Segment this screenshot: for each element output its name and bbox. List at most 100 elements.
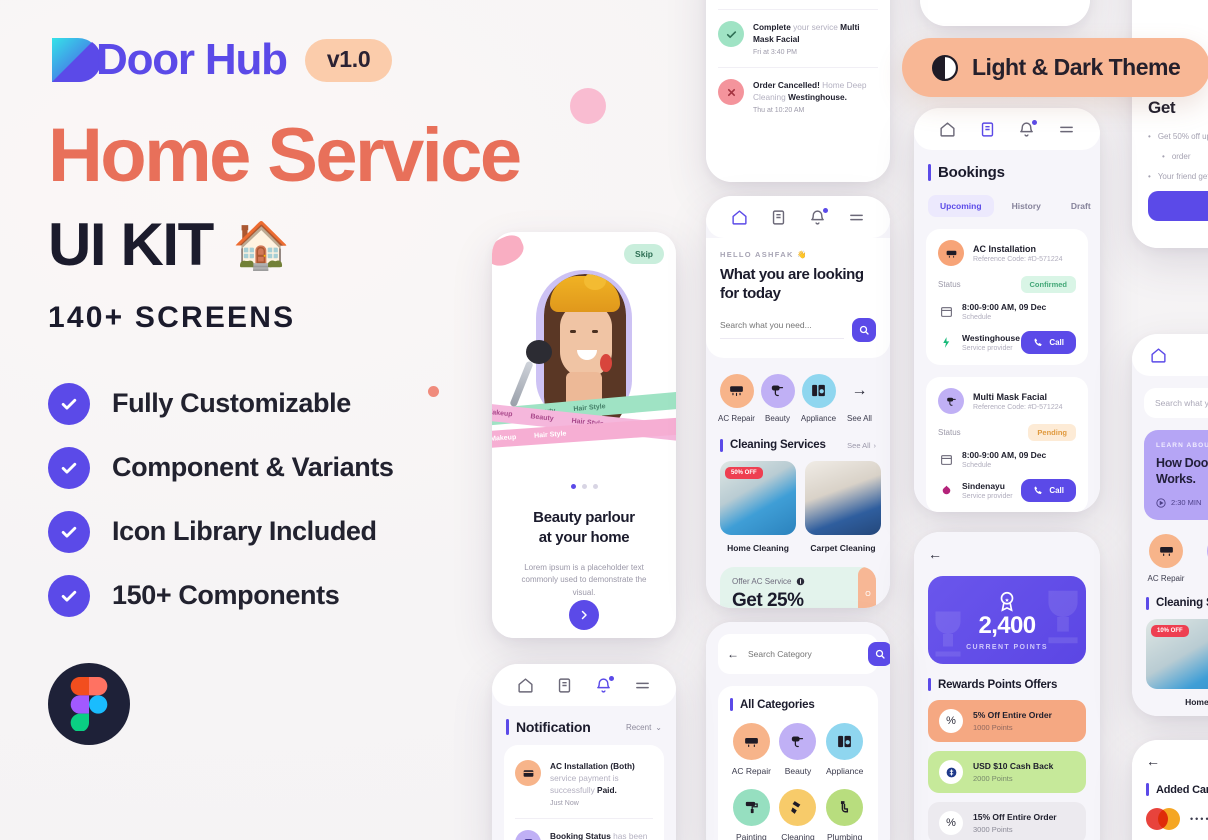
phone-onboarding: Skip Makeup [492, 232, 676, 638]
category-beauty[interactable]: Beauty [758, 373, 798, 423]
ribbon-label: Makeup [492, 408, 513, 419]
onboarding-hero-image: Makeup Beauty Hair Style Makeup Beauty H… [492, 232, 676, 472]
carousel-dot[interactable] [570, 484, 576, 489]
category-appliance[interactable]: Appliance [799, 373, 839, 423]
booking-card[interactable]: AC Installation Reference Code: #D-57122… [926, 229, 1088, 365]
tab-history[interactable]: History [1000, 195, 1053, 217]
list-item[interactable]: AC Installation (Both) service payment i… [515, 749, 653, 820]
phone-notifications-top: Hair Style Professoinal Coming today 2:0… [706, 0, 890, 182]
feature-item: 150+ Components [48, 574, 518, 617]
notifications-icon[interactable] [1018, 119, 1038, 138]
feature-label: Icon Library Included [112, 516, 377, 547]
bookings-icon[interactable] [770, 209, 787, 226]
offer-banner[interactable]: Offer AC Service Get 25% O [720, 566, 876, 608]
search-input[interactable] [720, 320, 844, 339]
home-icon[interactable] [939, 121, 956, 138]
category-label: Painting [735, 832, 767, 840]
search-button[interactable] [868, 642, 890, 666]
carousel-dot[interactable] [592, 484, 598, 489]
notification-header: Notification Recent ⌄ [492, 706, 676, 735]
home-icon[interactable] [1150, 347, 1167, 364]
top-navigation [706, 196, 890, 238]
list-item[interactable]: Booking Status has been changed 3:00-4:0… [515, 819, 653, 840]
search-input[interactable]: Search what you n [1144, 388, 1208, 418]
ac-repair-icon [732, 723, 770, 760]
category-see-all[interactable]: → See All [840, 374, 880, 423]
home-icon[interactable] [731, 209, 748, 226]
card-row[interactable]: •••••••• [1132, 796, 1208, 830]
back-button[interactable]: ← [1132, 740, 1208, 769]
carousel-dots[interactable] [492, 484, 676, 489]
status-label: Status [938, 428, 961, 437]
refer-bullet-text: order [1171, 151, 1191, 161]
card-masked-number: •••••••• [1190, 814, 1208, 824]
appliance-icon [826, 723, 864, 760]
search-icon [859, 325, 869, 335]
calendar-icon [938, 304, 954, 320]
menu-icon[interactable] [848, 209, 865, 226]
category-shortcuts: AC Repair Beaut [1132, 520, 1208, 583]
refer-bullets: Get 50% off upt order Your friend gets [1132, 119, 1208, 183]
reward-offer[interactable]: USD $10 Cash Back 2000 Points [928, 751, 1086, 793]
model-eye [570, 330, 576, 333]
list-item[interactable]: Complete your service Multi Mask Facial … [718, 10, 878, 69]
reward-offer[interactable]: % 15% Off Entire Order 3000 Points [928, 802, 1086, 840]
booking-card[interactable]: Multi Mask Facial Reference Code: #D-571… [926, 377, 1088, 512]
tab-upcoming[interactable]: Upcoming [928, 195, 994, 217]
refer-button[interactable]: Re [1148, 190, 1208, 221]
notif-mid: your service [790, 22, 841, 33]
chevron-right-icon: › [873, 440, 877, 450]
booking-reference: Reference Code: #D-571224 [973, 255, 1063, 263]
call-button[interactable]: Call [1021, 479, 1076, 502]
ac-repair-icon [719, 373, 754, 408]
page-subtitle: UI KIT [48, 210, 214, 278]
menu-icon[interactable] [1058, 121, 1075, 138]
search-input[interactable] [748, 649, 859, 659]
skip-button[interactable]: Skip [624, 244, 664, 264]
call-button[interactable]: Call [1021, 331, 1076, 354]
next-button[interactable] [569, 600, 599, 630]
category-painting[interactable]: Painting [730, 789, 773, 840]
filter-dropdown[interactable]: Recent ⌄ [626, 723, 662, 732]
back-button[interactable]: ← [727, 647, 739, 661]
tab-draft[interactable]: Draft [1059, 195, 1100, 217]
ribbon-label: Makeup [492, 434, 517, 443]
reward-offer[interactable]: % 5% Off Entire Order 1000 Points [928, 700, 1086, 742]
menu-icon[interactable] [634, 677, 651, 694]
category-ac-repair[interactable]: AC Repair [717, 373, 757, 423]
bookings-icon[interactable] [979, 121, 996, 138]
service-card[interactable]: 50% OFF Home Cleaning [720, 460, 796, 553]
category-ac-repair[interactable]: AC Repair [730, 723, 773, 776]
search-button[interactable] [852, 317, 876, 342]
feature-item: Fully Customizable [48, 382, 518, 425]
carousel-dot[interactable] [581, 484, 587, 489]
service-card[interactable]: Carpet Cleaning [805, 460, 881, 553]
category-ac-repair[interactable]: AC Repair [1146, 533, 1186, 583]
notifications-icon[interactable] [809, 207, 828, 226]
theme-badge: Light & Dark Theme [902, 38, 1208, 97]
bookings-icon[interactable] [556, 677, 573, 694]
list-item[interactable]: Hair Style Professoinal Coming today 2:0… [718, 0, 878, 11]
price-card-row[interactable]: Starts From $170 [920, 0, 1090, 4]
service-card[interactable]: 10% OFF Home Cleaning [1146, 618, 1208, 707]
category-cleaning[interactable]: Cleaning [777, 789, 820, 840]
bookings-screen: Bookings Upcoming History Draft AC Insta… [914, 108, 1100, 512]
notif-time: Thu at 10:20 AM [753, 107, 805, 115]
category-beauty[interactable]: Beaut [1204, 533, 1208, 583]
learn-card[interactable]: LEARN ABOUT THE APP How Door-Hub Works. … [1144, 430, 1208, 520]
page-title: Bookings [938, 164, 1005, 181]
notifications-icon[interactable] [595, 675, 614, 694]
category-beauty[interactable]: Beauty [777, 723, 820, 776]
list-item[interactable]: Order Cancelled! Home Deep Cleaning West… [718, 68, 878, 125]
home-icon[interactable] [517, 677, 534, 694]
award-icon [1000, 591, 1014, 612]
category-plumbing[interactable]: Plumbing [823, 789, 866, 840]
beauty-icon [779, 723, 817, 760]
service-name: Home Cleaning [727, 542, 789, 553]
ribbon-label: Hair Style [533, 430, 567, 440]
category-appliance[interactable]: Appliance [823, 723, 866, 776]
booking-name: AC Installation [973, 243, 1037, 254]
provider-name: Sindenayu [962, 481, 1005, 491]
see-all-link[interactable]: See All › [847, 441, 876, 450]
back-button[interactable]: ← [914, 532, 1100, 562]
